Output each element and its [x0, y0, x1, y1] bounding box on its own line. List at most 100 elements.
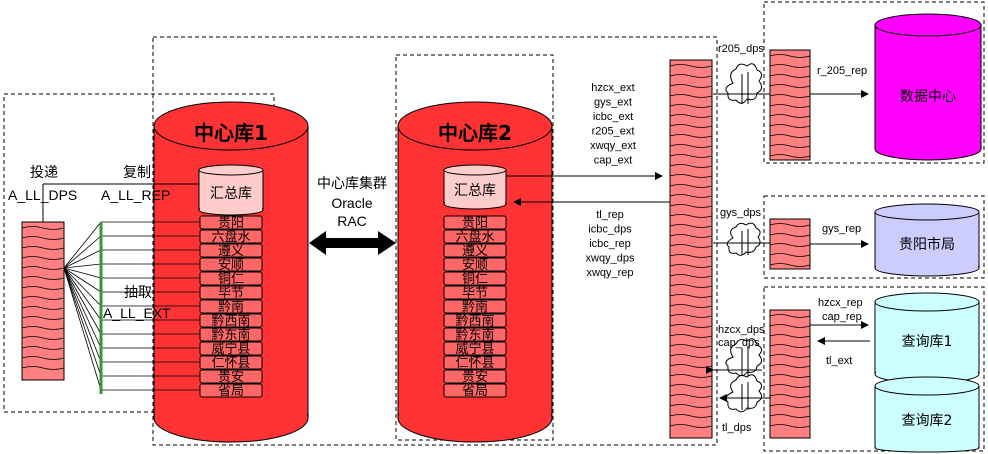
db2-region-label: 贵阳	[462, 216, 488, 231]
db1-summary-cylinder: 汇总库	[198, 164, 264, 216]
db2-region-item: 毕节	[443, 285, 507, 301]
db1-region-label: 安顺	[218, 258, 244, 273]
db2-region-item: 仁怀县	[443, 355, 507, 371]
query-db-1: 查询库1	[874, 292, 980, 384]
query-trail	[769, 309, 811, 439]
deliver-label: 投递	[30, 165, 58, 181]
process-label: r205_ext	[592, 126, 635, 138]
db2-region-label: 铜仁	[462, 272, 488, 287]
db1-region-label: 遵义	[218, 243, 244, 259]
data-center-trail	[769, 49, 811, 161]
db2-region-item: 黔南	[443, 299, 507, 315]
guiyang-label: 贵阳市局	[899, 236, 955, 253]
query-db-1-label: 查询库1	[902, 334, 953, 350]
replicat-process-labels: tl_rep icbc_dps icbc_rep xwqy_dps xwqy_rep	[586, 209, 635, 279]
extract-process-labels: hzcx_ext gys_ext icbc_ext r205_ext xwqy_extc…	[590, 82, 636, 167]
q-rep-label-2: cap_rep	[822, 311, 862, 323]
db2-summary-label: 汇总库	[454, 183, 496, 199]
cluster-label-line2: Oracle	[331, 195, 372, 211]
db1-region-item: 省局	[199, 383, 263, 399]
copy-process-label: A_LL_REP	[101, 187, 170, 203]
db2-region-item: 威宁县	[443, 341, 507, 357]
db1-title: 中心库1	[194, 121, 268, 145]
db2-region-label: 黔东南	[455, 327, 494, 343]
db2-region-list: 贵阳六盘水遵义安顺铜仁毕节黔南黔西南黔东南威宁县仁怀县贵安省局	[443, 215, 507, 399]
process-label: gys_ext	[594, 97, 632, 109]
right-trail-file	[669, 59, 713, 439]
process-label: xwqy_rep	[586, 267, 633, 279]
q-pump-label-1: hzcx_dps	[718, 324, 765, 336]
db2-title: 中心库2	[438, 121, 512, 145]
q-ext-label: tl_ext	[826, 355, 852, 367]
db2-region-item: 安顺	[443, 257, 507, 273]
process-label: icbc_ext	[593, 111, 633, 123]
db2-region-label: 黔南	[462, 299, 488, 315]
cluster-label-line1: 中心库集群	[317, 175, 387, 192]
db2-region-label: 黔西南	[455, 313, 494, 329]
db1-region-item: 仁怀县	[199, 355, 263, 371]
copy-label: 复制	[123, 164, 151, 181]
db1-region-label: 铜仁	[218, 272, 244, 287]
cluster-double-arrow	[309, 231, 396, 255]
db2-region-label: 仁怀县	[455, 356, 494, 371]
db2-region-label: 威宁县	[455, 341, 494, 357]
db2-summary-cylinder: 汇总库	[443, 164, 507, 210]
q-tl-dps-label: tl_dps	[722, 422, 752, 434]
db1-region-item: 黔东南	[199, 327, 263, 343]
db1-summary-label: 汇总库	[210, 186, 252, 202]
dc-rep-label: r_205_rep	[817, 65, 867, 77]
db1-region-label: 毕节	[218, 286, 244, 301]
db2-region-label: 毕节	[462, 286, 488, 301]
db1-region-label: 六盘水	[211, 229, 250, 245]
extract-label: 抽取	[124, 285, 152, 301]
db1-region-label: 黔西南	[211, 313, 250, 329]
gy-pump-label: gys_dps	[720, 207, 761, 219]
process-label: xwqy_dps	[586, 253, 635, 265]
db2-region-label: 遵义	[462, 243, 488, 259]
db2-region-item: 贵安	[443, 369, 507, 385]
cloud-icon	[726, 222, 761, 256]
db2-region-label: 贵安	[462, 370, 488, 385]
process-label: icbc_dps	[588, 224, 632, 236]
db1-region-item: 安顺	[199, 257, 263, 273]
dc-pump-label: r205_dps	[718, 43, 764, 55]
gy-rep-label: gys_rep	[822, 223, 861, 235]
db1-region-label: 威宁县	[211, 341, 250, 357]
db1-region-label: 贵安	[218, 370, 244, 385]
architecture-diagram: 中心库1 汇总库 贵阳六盘水遵义安顺铜仁毕节黔南黔西南黔东南威宁县仁怀县贵安省局…	[3, 1, 985, 453]
cluster-label-line3: RAC	[337, 213, 367, 229]
left-trail-file	[21, 221, 65, 381]
db1-region-item: 铜仁	[199, 271, 263, 287]
db1-region-label: 黔南	[218, 299, 244, 315]
db1-region-item: 黔南	[199, 299, 263, 315]
db2-region-item: 铜仁	[443, 271, 507, 287]
db1-region-item: 毕节	[199, 285, 263, 301]
db1-region-item: 六盘水	[199, 229, 263, 245]
db1-region-label: 黔东南	[211, 327, 250, 343]
db1-region-label: 贵阳	[218, 216, 244, 231]
db1-region-label: 仁怀县	[211, 356, 250, 371]
db1-region-item: 贵阳	[199, 215, 263, 231]
q-rep-label-1: hzcx_rep	[818, 297, 863, 309]
guiyang-trail	[769, 218, 811, 270]
db2-region-item: 六盘水	[443, 229, 507, 245]
extract-process-label: A_LL_EXT	[103, 305, 171, 321]
db2-region-item: 省局	[443, 383, 507, 399]
q-pump-label-2: cap_dps	[718, 337, 760, 349]
db2-region-label: 省局	[462, 384, 488, 399]
db1-region-label: 省局	[218, 384, 244, 399]
db2-region-label: 六盘水	[455, 229, 494, 245]
db1-region-item: 威宁县	[199, 341, 263, 357]
db2-region-item: 黔东南	[443, 327, 507, 343]
query-db-2-label: 查询库2	[902, 413, 953, 429]
process-label: hzcx_ext	[591, 82, 634, 94]
process-label: xwqy_ext	[590, 140, 636, 152]
process-label: tl_rep	[596, 209, 624, 221]
db2-region-label: 安顺	[462, 258, 488, 273]
db1-region-item: 遵义	[199, 243, 263, 259]
db2-region-item: 黔西南	[443, 313, 507, 329]
db2-region-item: 贵阳	[443, 215, 507, 231]
cloud-icon	[725, 374, 763, 413]
process-label: cap_ext	[594, 155, 633, 167]
process-label: icbc_rep	[589, 238, 631, 250]
